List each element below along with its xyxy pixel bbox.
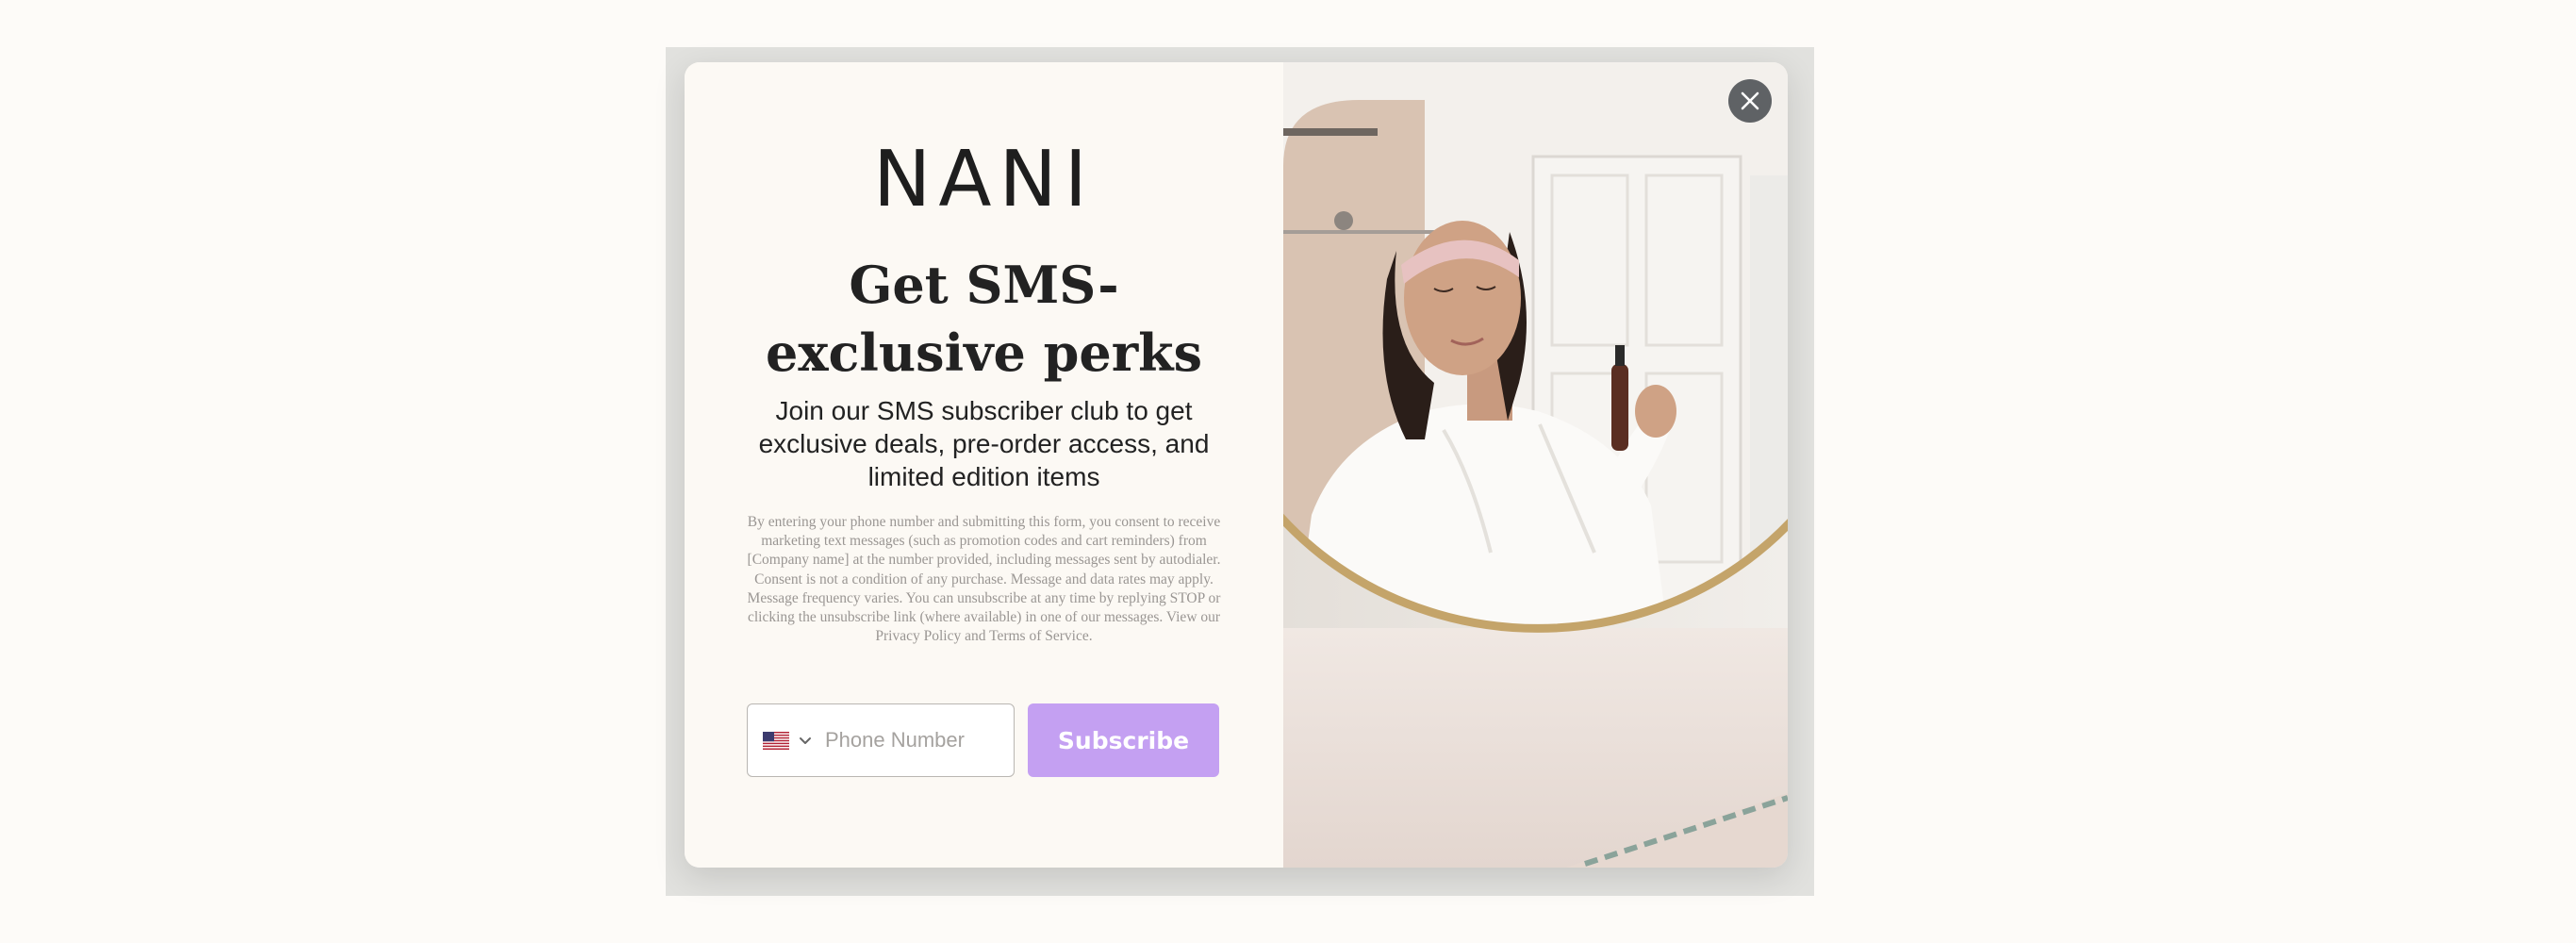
sms-signup-modal: NANI Get SMS-exclusive perks Join our SM… [685,62,1788,868]
hero-image [1283,62,1788,868]
form-panel: NANI Get SMS-exclusive perks Join our SM… [685,62,1283,868]
popup-headline: Get SMS-exclusive perks [765,255,1203,383]
popup-subtext: Join our SMS subscriber club to get excl… [758,396,1210,491]
subscribe-button[interactable]: Subscribe [1028,703,1219,777]
woman-mirror-photo [1283,62,1788,868]
close-icon[interactable] [1740,91,1760,111]
brand-logo: NANI [873,135,1095,224]
phone-number-input[interactable] [823,727,987,753]
us-flag-icon[interactable] [763,731,789,750]
phone-field[interactable] [747,703,1015,777]
signup-form: Subscribe [747,703,1221,779]
modal-overlay: NANI Get SMS-exclusive perks Join our SM… [666,47,1814,896]
legal-disclaimer: By entering your phone number and submit… [747,514,1221,645]
close-button[interactable] [1728,79,1772,123]
chevron-down-icon[interactable] [797,732,814,749]
